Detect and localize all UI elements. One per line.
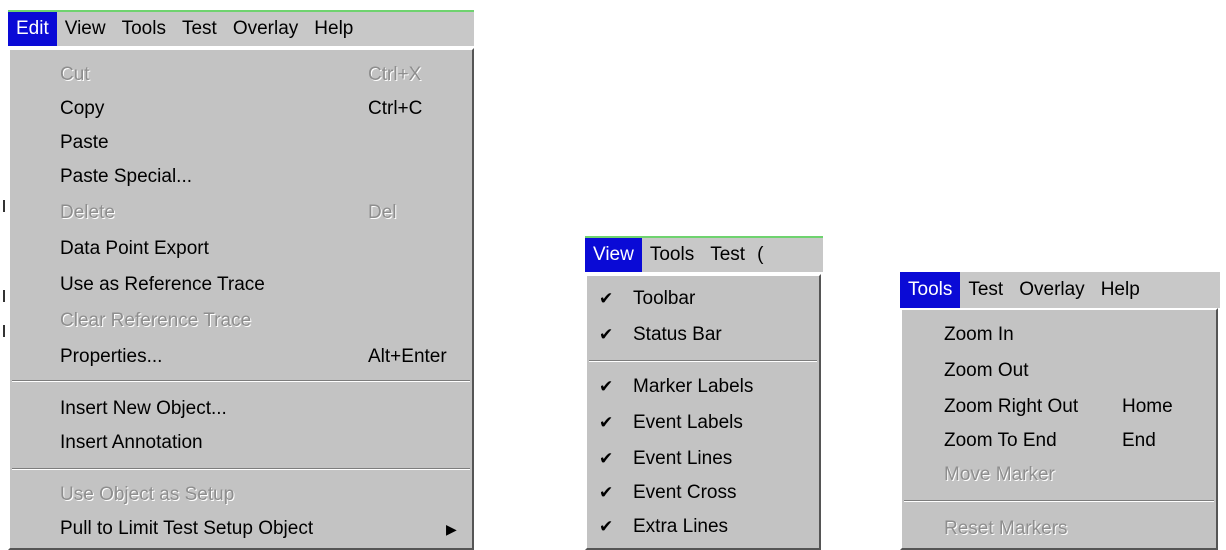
menu-item-label: Event Cross	[633, 482, 737, 503]
menu-item-shortcut: Home	[1122, 396, 1173, 417]
menu-item-label: Move Marker	[944, 464, 1055, 485]
menu-overlay-clipped[interactable]: (	[753, 238, 767, 272]
view-dropdown: ✔ Toolbar ✔ Status Bar ✔ Marker Labels ✔…	[585, 274, 821, 550]
tools-menu-panel: Tools Test Overlay Help Zoom In Zoom Out…	[900, 272, 1220, 550]
menu-item-shortcut: Alt+Enter	[368, 346, 447, 367]
menu-item-label: Event Lines	[633, 448, 733, 469]
menu-item-label: Pull to Limit Test Setup Object	[60, 518, 314, 539]
menu-item-label: Paste	[60, 132, 109, 153]
menu-tools[interactable]: Tools	[642, 238, 702, 272]
edge-tick	[3, 290, 5, 302]
menu-item-event-cross[interactable]: ✔ Event Cross	[587, 476, 819, 510]
menu-item-label: Delete	[60, 202, 115, 223]
menu-item-event-lines[interactable]: ✔ Event Lines	[587, 442, 819, 476]
menu-item-shortcut: Del	[368, 202, 397, 223]
menu-item-extra-lines[interactable]: ✔ Extra Lines	[587, 510, 819, 544]
menu-item-label: Properties...	[60, 346, 163, 367]
checkmark-icon: ✔	[599, 325, 614, 344]
submenu-arrow-icon: ▶	[446, 520, 457, 537]
menu-item-use-as-reference-trace[interactable]: Use as Reference Trace	[10, 268, 472, 302]
menu-test[interactable]: Test	[702, 238, 753, 272]
menu-edit[interactable]: Edit	[8, 12, 57, 46]
menu-item-zoom-out[interactable]: Zoom Out	[902, 354, 1216, 388]
menu-item-data-point-export[interactable]: Data Point Export	[10, 232, 472, 266]
menu-item-properties[interactable]: Properties... Alt+Enter	[10, 340, 472, 374]
menu-item-label: Zoom In	[944, 324, 1014, 345]
menu-item-zoom-to-end[interactable]: Zoom To End End	[902, 424, 1216, 458]
menu-overlay[interactable]: Overlay	[1011, 272, 1092, 308]
menu-item-paste[interactable]: Paste	[10, 126, 472, 160]
edit-dropdown: Cut Ctrl+X Copy Ctrl+C Paste Paste Speci…	[8, 48, 474, 550]
menu-view[interactable]: View	[585, 238, 642, 272]
edge-tick	[3, 325, 5, 337]
menu-item-move-marker[interactable]: Move Marker	[902, 458, 1216, 492]
menu-item-label: Zoom Right Out	[944, 396, 1079, 417]
menu-bar: Tools Test Overlay Help	[900, 272, 1220, 308]
checkmark-icon: ✔	[599, 449, 614, 468]
checkmark-icon: ✔	[599, 289, 614, 308]
menu-item-zoom-right-out[interactable]: Zoom Right Out Home	[902, 390, 1216, 424]
edge-tick	[3, 200, 5, 212]
checkmark-icon: ✔	[599, 517, 614, 536]
checkmark-icon: ✔	[599, 377, 614, 396]
menu-overlay[interactable]: Overlay	[225, 12, 306, 46]
menu-item-label: Zoom To End	[944, 430, 1057, 451]
menu-separator	[12, 468, 470, 470]
checkmark-icon: ✔	[599, 483, 614, 502]
menu-item-label: Use as Reference Trace	[60, 274, 265, 295]
menu-help[interactable]: Help	[306, 12, 361, 46]
menu-item-delete[interactable]: Delete Del	[10, 196, 472, 230]
menu-item-status-bar[interactable]: ✔ Status Bar	[587, 318, 819, 352]
menu-item-pull-to-limit-test-setup-object[interactable]: Pull to Limit Test Setup Object ▶	[10, 512, 472, 546]
menu-item-label: Clear Reference Trace	[60, 310, 252, 331]
menu-item-label: Insert Annotation	[60, 432, 203, 453]
menu-help[interactable]: Help	[1093, 272, 1148, 308]
menu-item-copy[interactable]: Copy Ctrl+C	[10, 92, 472, 126]
menu-tools[interactable]: Tools	[114, 12, 174, 46]
menu-tools[interactable]: Tools	[900, 272, 961, 308]
menu-item-shortcut: Ctrl+C	[368, 98, 423, 119]
menu-separator	[904, 500, 1214, 502]
menu-item-label: Marker Labels	[633, 376, 754, 397]
menu-bar: Edit View Tools Test Overlay Help	[8, 10, 474, 46]
menu-item-paste-special[interactable]: Paste Special...	[10, 160, 472, 194]
menu-item-clear-reference-trace[interactable]: Clear Reference Trace	[10, 304, 472, 338]
tools-dropdown: Zoom In Zoom Out Zoom Right Out Home Zoo…	[900, 308, 1218, 550]
menu-item-label: Cut	[60, 64, 90, 85]
menu-separator	[589, 360, 817, 362]
menu-item-label: Reset Markers	[944, 518, 1068, 539]
menu-item-marker-labels[interactable]: ✔ Marker Labels	[587, 370, 819, 404]
menu-bar: View Tools Test (	[585, 236, 823, 272]
menu-item-label: Event Labels	[633, 412, 743, 433]
checkmark-icon: ✔	[599, 413, 614, 432]
view-menu-panel: View Tools Test ( ✔ Toolbar ✔ Status Bar…	[585, 236, 823, 550]
menu-item-use-object-as-setup[interactable]: Use Object as Setup	[10, 478, 472, 512]
menu-item-label: Toolbar	[633, 288, 696, 309]
menu-item-shortcut: End	[1122, 430, 1156, 451]
menu-item-label: Data Point Export	[60, 238, 209, 259]
menu-test[interactable]: Test	[174, 12, 225, 46]
menu-item-shortcut: Ctrl+X	[368, 64, 422, 85]
menu-item-event-labels[interactable]: ✔ Event Labels	[587, 406, 819, 440]
menu-item-zoom-in[interactable]: Zoom In	[902, 318, 1216, 352]
menu-item-label: Status Bar	[633, 324, 722, 345]
menu-item-label: Copy	[60, 98, 105, 119]
menu-item-label: Zoom Out	[944, 360, 1029, 381]
menu-view[interactable]: View	[57, 12, 114, 46]
menu-separator	[12, 380, 470, 382]
menu-item-insert-annotation[interactable]: Insert Annotation	[10, 426, 472, 460]
edit-menu-panel: Edit View Tools Test Overlay Help Cut Ct…	[8, 10, 474, 550]
menu-item-insert-new-object[interactable]: Insert New Object...	[10, 392, 472, 426]
menu-item-label: Insert New Object...	[60, 398, 227, 419]
menu-test[interactable]: Test	[960, 272, 1011, 308]
menu-item-label: Extra Lines	[633, 516, 729, 537]
menu-item-label: Paste Special...	[60, 166, 193, 187]
menu-item-label: Use Object as Setup	[60, 484, 235, 505]
menu-item-toolbar[interactable]: ✔ Toolbar	[587, 282, 819, 316]
menu-item-cut[interactable]: Cut Ctrl+X	[10, 58, 472, 92]
menu-item-reset-markers[interactable]: Reset Markers	[902, 512, 1216, 546]
